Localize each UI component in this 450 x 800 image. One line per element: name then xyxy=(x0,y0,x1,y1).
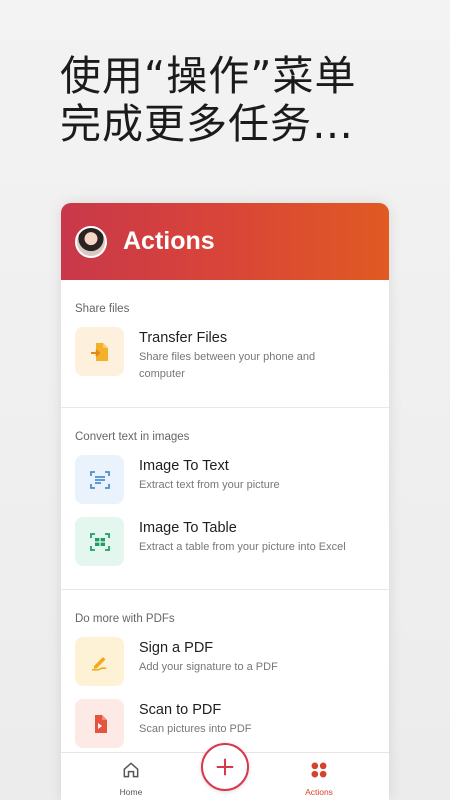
item-title: Transfer Files xyxy=(139,330,228,346)
action-transfer-files[interactable]: Transfer Files Share files between your … xyxy=(61,327,389,397)
item-title: Image To Text xyxy=(139,458,229,474)
headline-line-2: 完成更多任务… xyxy=(60,100,354,148)
item-title: Scan to PDF xyxy=(139,702,222,718)
item-title: Image To Table xyxy=(139,520,237,536)
nav-actions[interactable]: Actions xyxy=(297,760,341,797)
nav-home-label: Home xyxy=(119,787,143,797)
signature-icon xyxy=(75,637,124,686)
action-image-to-text[interactable]: Image To Text Extract text from your pic… xyxy=(61,455,389,517)
transfer-icon xyxy=(75,327,124,376)
image-text-icon xyxy=(75,455,124,504)
action-image-to-table[interactable]: Image To Table Extract a table from your… xyxy=(61,517,389,579)
create-button[interactable] xyxy=(201,743,249,791)
app-store-screenshot: 使用“操作”菜单 完成更多任务… Actions Share files Tra… xyxy=(0,0,450,800)
item-subtitle: Scan pictures into PDF xyxy=(139,723,252,735)
section-convert-text: Convert text in images Image To Text Ext… xyxy=(61,408,389,590)
item-subtitle: Extract a table from your picture into E… xyxy=(139,541,346,553)
section-share-files: Share files Transfer Files Share files b… xyxy=(61,280,389,408)
page-title: Actions xyxy=(123,227,215,255)
plus-icon xyxy=(216,758,234,776)
avatar[interactable] xyxy=(75,225,107,258)
headline-line-1: 使用“操作”菜单 xyxy=(60,52,357,100)
phone-screen: Actions Share files Transfer Files Share… xyxy=(61,203,389,800)
promo-headline: 使用“操作”菜单 完成更多任务… xyxy=(60,52,356,148)
item-title: Sign a PDF xyxy=(139,640,214,656)
item-subtitle: Share files between your phone and compu… xyxy=(139,351,316,380)
home-icon xyxy=(123,762,139,778)
scan-pdf-icon xyxy=(75,699,124,748)
nav-home[interactable]: Home xyxy=(114,760,148,797)
nav-actions-label: Actions xyxy=(305,787,333,797)
section-title: Convert text in images xyxy=(75,431,190,443)
section-title: Do more with PDFs xyxy=(75,613,175,625)
item-subtitle: Extract text from your picture xyxy=(139,479,280,491)
item-subtitle: Add your signature to a PDF xyxy=(139,661,278,673)
image-table-icon xyxy=(75,517,124,566)
action-sign-pdf[interactable]: Sign a PDF Add your signature to a PDF xyxy=(61,637,389,699)
section-title: Share files xyxy=(75,303,130,315)
actions-grid-icon xyxy=(311,762,327,778)
actions-header: Actions xyxy=(61,203,389,280)
